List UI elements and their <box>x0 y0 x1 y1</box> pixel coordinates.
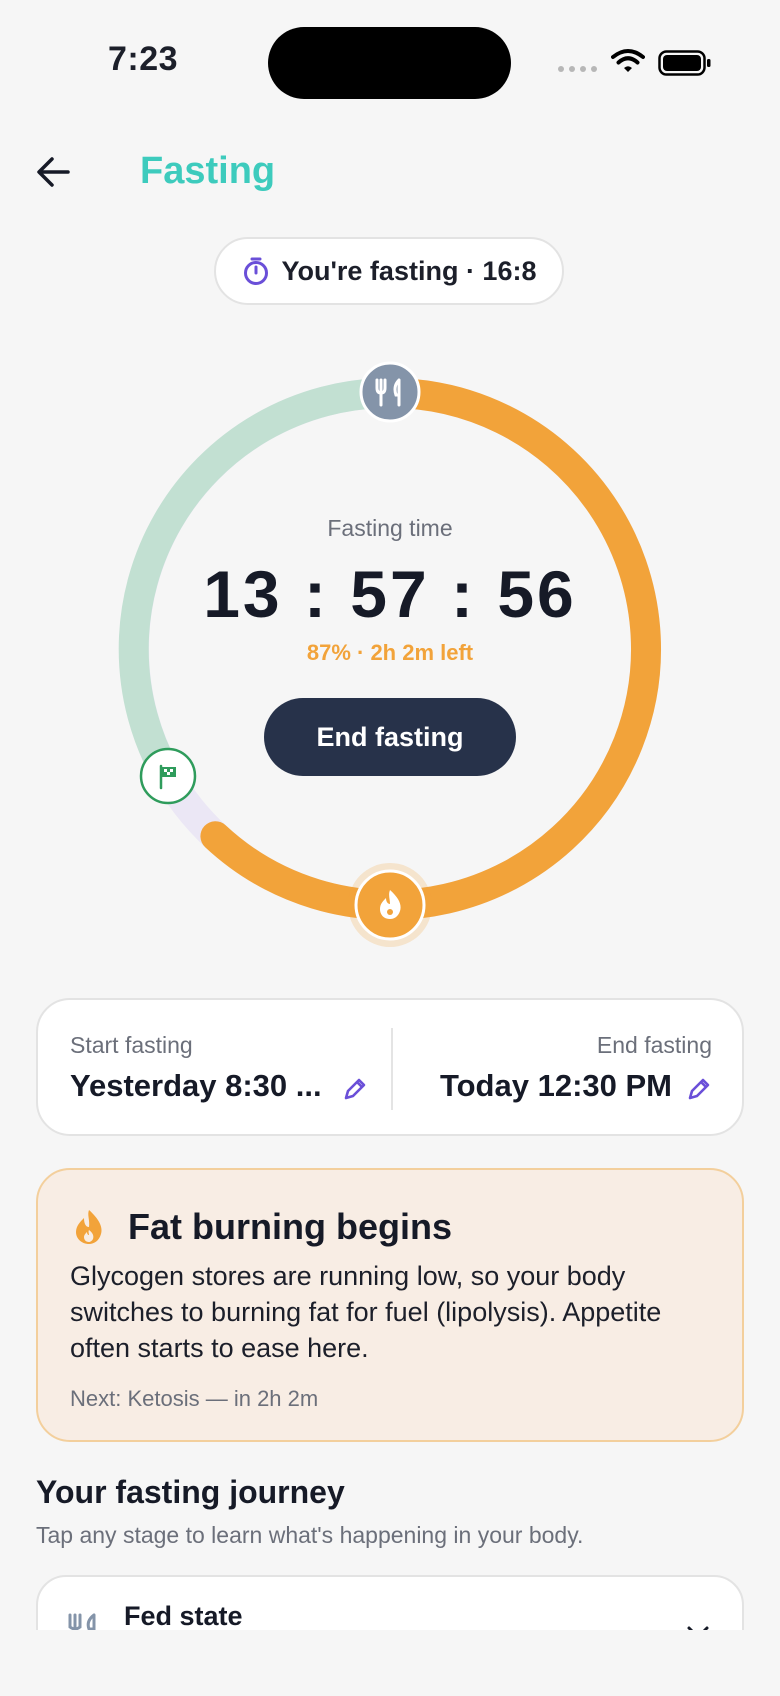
start-fasting-label: Start fasting <box>70 1032 193 1058</box>
fasting-status-pill[interactable]: You're fasting · 16:8 <box>214 237 564 305</box>
fasting-progress-text: 87% · 2h 2m left <box>306 640 474 665</box>
end-fasting-button[interactable]: End fasting <box>264 698 516 776</box>
battery-icon <box>658 50 711 76</box>
edit-start-pencil-icon[interactable] <box>342 1076 368 1102</box>
meal-marker <box>359 361 421 423</box>
edit-end-pencil-icon[interactable] <box>686 1076 712 1102</box>
progress-flame-marker <box>348 863 432 947</box>
next-stage-text: Next: Ketosis — in 2h 2m <box>70 1386 319 1411</box>
current-stage-card[interactable]: Fat burning begins Glycogen stores are r… <box>36 1168 744 1442</box>
stopwatch-icon <box>243 257 268 285</box>
dynamic-island <box>268 27 511 99</box>
fasting-timer: 13 : 57 : 56 <box>203 557 577 631</box>
fasting-schedule-card: Start fasting Yesterday 8:30 ... End fas… <box>36 998 744 1136</box>
journey-stage-title: Fed state <box>124 1601 243 1631</box>
end-fasting-value[interactable]: Today 12:30 PM <box>440 1068 672 1104</box>
status-bar: 7:23 <box>0 0 780 120</box>
start-fasting-value[interactable]: Yesterday 8:30 ... <box>70 1068 322 1104</box>
wifi-icon <box>611 49 645 72</box>
schedule-divider <box>391 1028 393 1110</box>
goal-flag-marker[interactable] <box>139 747 197 805</box>
end-fasting-label: End fasting <box>596 1032 712 1058</box>
back-arrow-icon[interactable] <box>34 152 74 192</box>
page-title: Fasting <box>140 150 276 192</box>
stage-description: Glycogen stores are running low, so your… <box>70 1261 662 1363</box>
signal-dots-icon <box>558 66 597 72</box>
stage-title: Fat burning begins <box>128 1206 452 1247</box>
journey-subtitle: Tap any stage to learn what's happening … <box>36 1522 584 1548</box>
fasting-status-text: You're fasting · 16:8 <box>281 255 537 286</box>
journey-title: Your fasting journey <box>36 1474 345 1510</box>
bottom-safe-area <box>0 1630 780 1696</box>
fasting-time-label: Fasting time <box>327 515 453 541</box>
status-time: 7:23 <box>108 40 179 78</box>
flame-icon <box>76 1210 102 1244</box>
